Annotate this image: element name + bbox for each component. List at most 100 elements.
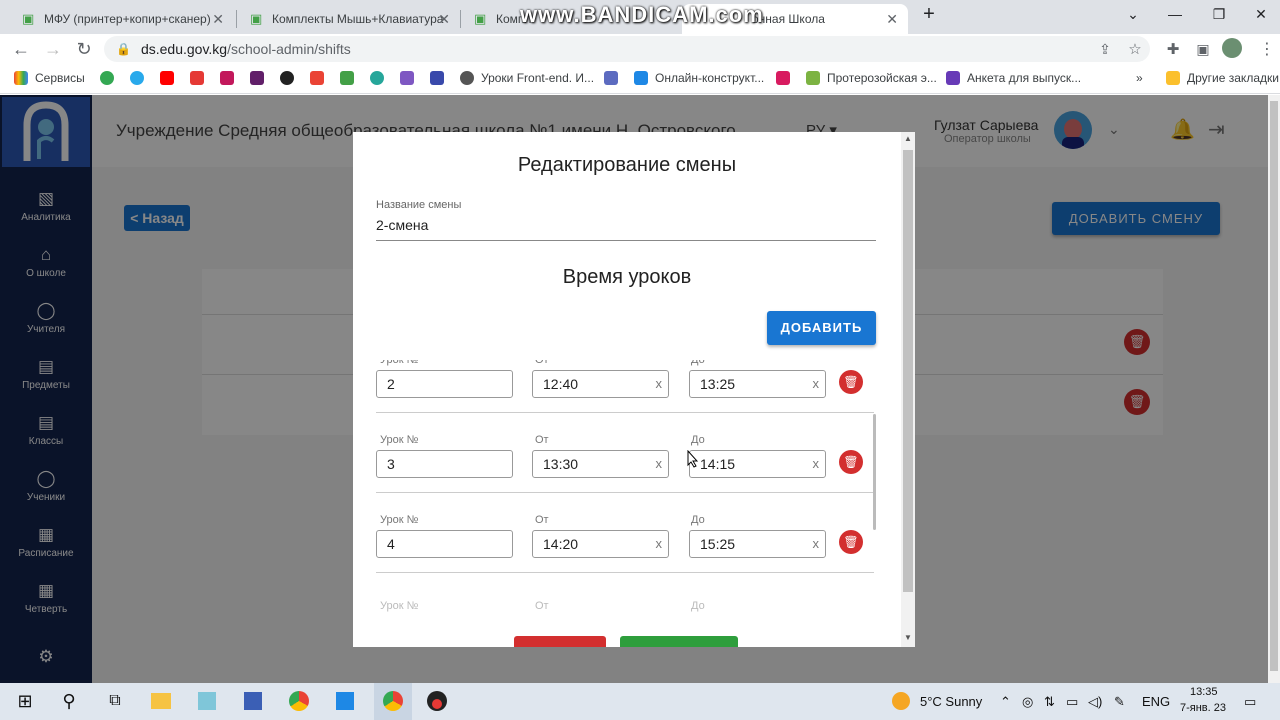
tray-chevron-icon[interactable]: ⌃ [1000,694,1011,710]
weather-text[interactable]: 5°C Sunny [920,694,982,709]
time-to-input[interactable]: 14:15 x [689,450,826,478]
camera-icon[interactable]: ◎ [1022,694,1033,710]
address-bar[interactable]: 🔒 ds.edu.gov.kg/school-admin/shifts [104,36,1150,62]
restore-button[interactable]: ❐ [1204,6,1234,23]
task-view-icon[interactable]: ⧉ [102,689,128,713]
pen-icon[interactable]: ✎ [1114,694,1125,710]
bookmarks-bar: Сервисы Уроки Front-end. И... Онлайн-кон… [0,64,1280,94]
clear-icon[interactable]: x [813,371,820,397]
bookmark-constructor[interactable]: Онлайн-конструкт... [634,71,764,85]
input-language[interactable]: ENG [1142,694,1170,709]
browser-tab[interactable]: ▣ Комплекты Мышь+Клавиатура ✕ [236,4,460,34]
chrome-icon[interactable] [286,689,312,713]
clock-date[interactable]: 7-янв. 23 [1180,702,1226,714]
network-icon[interactable]: ⇅ [1044,694,1055,710]
record-icon[interactable] [424,689,450,713]
bookmark-other[interactable]: Другие закладки [1166,71,1279,85]
delete-lesson-button[interactable]: 🗑 [839,370,863,394]
battery-icon[interactable]: ▭ [1066,694,1078,710]
lesson-number-input[interactable]: 3 [376,450,513,478]
lessons-scrollbar[interactable] [873,414,876,530]
forward-arrow-icon[interactable]: → [42,39,64,60]
file-explorer-icon[interactable] [148,689,174,713]
input-underline [376,240,876,241]
browser-tab[interactable]: ▣ МФУ (принтер+копир+сканер) ✕ [8,4,234,34]
save-button[interactable] [620,636,738,647]
slack-icon[interactable] [250,71,271,85]
bookmark-icon-10[interactable] [370,71,391,85]
clear-icon[interactable]: x [813,451,820,477]
time-to-input[interactable]: 13:25 x [689,370,826,398]
close-tab-icon[interactable]: ✕ [212,11,224,28]
scroll-thumb[interactable] [903,150,913,592]
lesson-number-input[interactable]: 4 [376,530,513,558]
add-lesson-button[interactable]: ДОБАВИТЬ [767,311,876,345]
close-tab-icon[interactable]: ✕ [438,11,450,28]
time-from-input[interactable]: 14:20 x [532,530,669,558]
bookmark-icon-9[interactable] [340,71,361,85]
bookmark-label: Протерозойская э... [827,71,937,85]
bookmark-frontend[interactable]: Уроки Front-end. И... [460,71,594,85]
bookmark-icon-5[interactable] [220,71,241,85]
gmail-icon[interactable] [310,71,331,85]
clear-icon[interactable]: x [813,531,820,557]
scroll-up-icon[interactable]: ▲ [904,134,912,143]
to-label: До [691,514,705,526]
share-icon[interactable]: ⇪ [1094,41,1116,58]
lesson-number-input[interactable]: 2 [376,370,513,398]
bookmark-icon-qr[interactable] [604,71,625,85]
notes-icon[interactable] [194,689,220,713]
bookmark-icon-book[interactable] [776,71,797,85]
volume-icon[interactable]: ◁) [1088,694,1102,710]
bookmark-label: Онлайн-конструкт... [655,71,765,85]
tab-search-icon[interactable]: ⌄ [1118,6,1148,23]
telegram-icon[interactable] [130,71,151,85]
cancel-button[interactable] [514,636,606,647]
more-bookmarks-icon[interactable]: » [1136,71,1143,85]
extensions-icon[interactable]: ✚ [1162,40,1184,58]
vscode-icon[interactable] [332,689,358,713]
page-scrollbar[interactable] [1268,95,1280,683]
bookmark-icon-11[interactable] [400,71,421,85]
close-tab-icon[interactable]: ✕ [886,11,898,28]
close-window-button[interactable]: ✕ [1246,6,1276,23]
windows-start-icon[interactable]: ⊞ [12,689,38,713]
field-value: 13:30 [543,456,579,472]
row-divider [376,572,874,573]
bookmark-icon-12[interactable] [430,71,451,85]
clear-icon[interactable]: x [656,371,663,397]
youtube-icon[interactable] [160,71,181,85]
time-to-input[interactable]: 15:25 x [689,530,826,558]
bookmark-icon-4[interactable] [190,71,211,85]
notifications-icon[interactable]: ▭ [1244,694,1256,710]
bookmark-icon-1[interactable] [100,71,121,85]
profile-avatar-icon[interactable] [1222,38,1242,58]
chrome-active-icon[interactable] [374,683,412,720]
clear-icon[interactable]: x [656,451,663,477]
bookmark-services[interactable]: Сервисы [14,71,85,85]
new-tab-button[interactable]: + [914,3,944,26]
bookmark-label: Другие закладки [1187,71,1279,85]
bookmark-proterozoic[interactable]: Протерозойская э... [806,71,937,85]
reload-icon[interactable]: ↻ [73,39,95,60]
time-from-input[interactable]: 13:30 x [532,450,669,478]
shift-name-input[interactable]: 2-смена [376,217,428,233]
scroll-down-icon[interactable]: ▼ [904,633,912,642]
menu-dots-icon[interactable]: ⋮ [1256,39,1278,59]
bookmark-survey[interactable]: Анкета для выпуск... [946,71,1081,85]
delete-lesson-button[interactable]: 🗑 [839,450,863,474]
clock-time[interactable]: 13:35 [1190,686,1218,698]
lesson-number-label: Урок № [380,600,419,612]
minimize-button[interactable]: — [1160,6,1190,22]
field-value: 15:25 [700,536,736,552]
back-arrow-icon[interactable]: ← [10,39,32,60]
save-disk-icon[interactable] [240,689,266,713]
search-icon[interactable]: ⚲ [56,689,82,713]
dialog-scrollbar[interactable]: ▲ ▼ [901,132,915,647]
time-from-input[interactable]: 12:40 x [532,370,669,398]
github-icon[interactable] [280,71,301,85]
clear-icon[interactable]: x [656,531,663,557]
side-panel-icon[interactable]: ▣ [1192,41,1214,58]
star-icon[interactable]: ☆ [1124,40,1146,58]
delete-lesson-button[interactable]: 🗑 [839,530,863,554]
